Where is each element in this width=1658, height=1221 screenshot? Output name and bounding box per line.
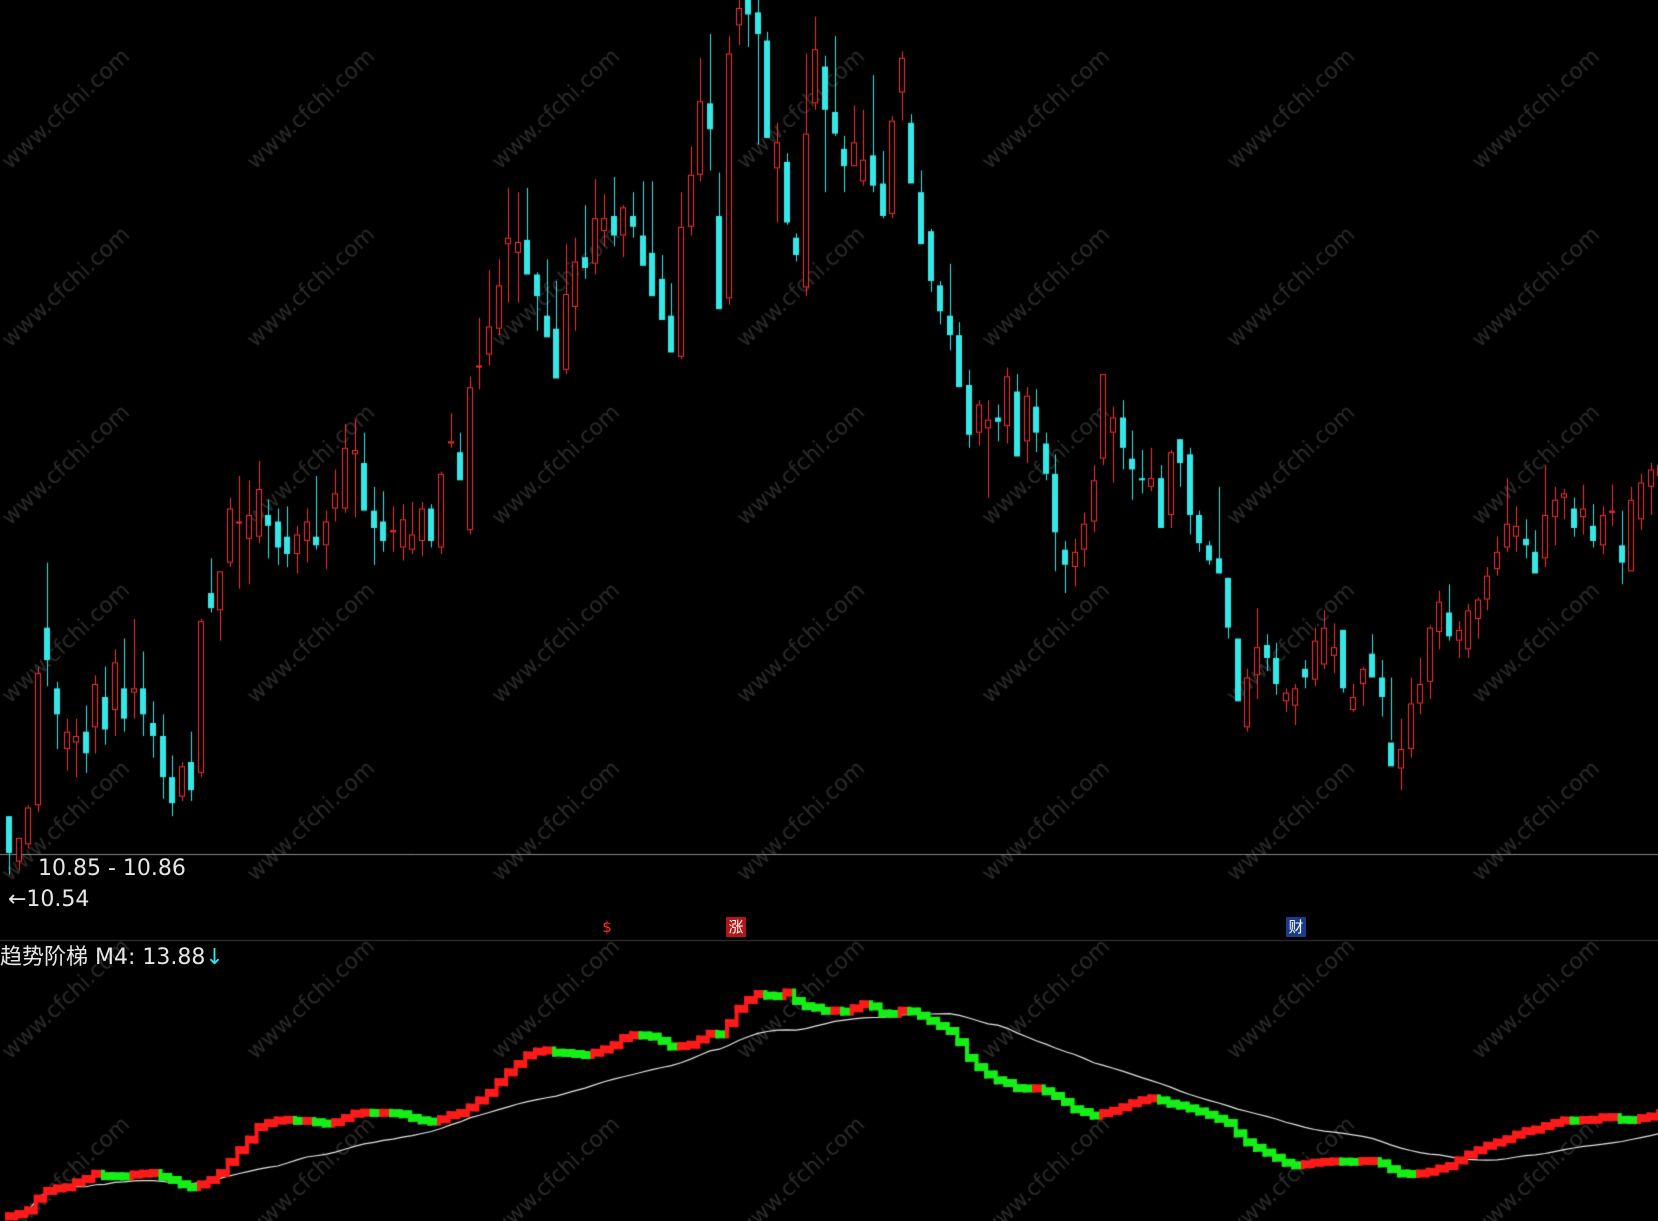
finance-marker[interactable]: 财 [1286,917,1306,937]
indicator-title: 趋势阶梯 M4: 13.88↓ [0,939,224,971]
stock-chart-canvas[interactable] [0,0,1658,1221]
rise-marker[interactable]: 涨 [726,917,746,937]
price-range-label: 10.85 - 10.86 [38,856,186,881]
down-arrow-icon: ↓ [205,945,224,970]
dollar-marker[interactable]: $ [597,917,617,937]
indicator-title-text: 趋势阶梯 M4: 13.88 [0,945,206,970]
low-price-label: ←10.54 [8,887,90,912]
